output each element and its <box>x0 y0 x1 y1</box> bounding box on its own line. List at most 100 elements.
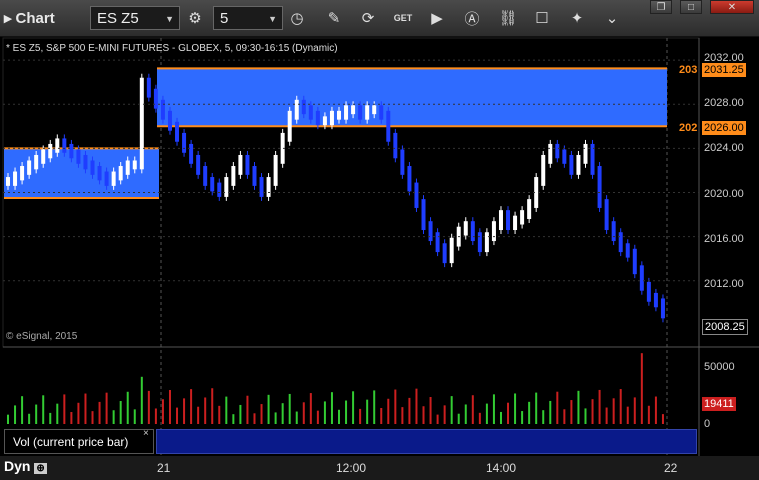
candle-body <box>34 154 39 170</box>
candle-body <box>477 232 482 253</box>
volume-bar <box>577 390 580 424</box>
candle-body <box>301 99 306 115</box>
candle-body <box>400 149 405 175</box>
play-icon[interactable]: ▶ <box>425 6 449 30</box>
maximize-button[interactable]: □ <box>680 0 702 14</box>
clock-icon[interactable]: ◷ <box>285 6 309 30</box>
candle-body <box>344 105 349 120</box>
time-axis-label: 12:00 <box>336 461 367 475</box>
volume-bar <box>204 397 207 424</box>
candle-body <box>449 237 454 264</box>
volume-bar <box>338 409 340 424</box>
candle-body <box>153 88 158 109</box>
volume-bar <box>154 408 157 424</box>
candle-body <box>69 143 74 159</box>
volume-bar <box>626 406 629 424</box>
close-icon[interactable]: × <box>143 428 149 439</box>
candle-body <box>597 166 602 208</box>
candle-body <box>132 160 137 170</box>
refresh-icon[interactable]: ⟳ <box>356 6 380 30</box>
volume-bar <box>260 404 263 424</box>
volume-bar <box>147 390 150 424</box>
candle-body <box>224 177 229 197</box>
candle-body <box>139 77 144 170</box>
volume-bar <box>105 392 108 424</box>
volume-bar <box>429 397 432 424</box>
dyn-mode-button[interactable]: Dyn ⊕ <box>4 458 47 474</box>
volume-bar <box>591 399 594 424</box>
current-volume-tag: 19411 <box>702 397 736 411</box>
volume-bar <box>63 394 66 424</box>
candle-body <box>245 154 250 175</box>
volume-bar <box>436 414 439 424</box>
price-axis-label: 2028.00 <box>704 97 744 109</box>
candle-body <box>386 110 391 142</box>
interval-input[interactable]: 5 ▼ <box>213 6 283 30</box>
twitter-icon[interactable]: ✦ <box>565 6 589 30</box>
volume-bar <box>211 388 214 424</box>
volume-bar <box>239 404 242 424</box>
candle-body <box>20 166 25 181</box>
volume-bar <box>56 403 59 424</box>
volume-bar <box>380 408 383 424</box>
candle-body <box>125 160 130 175</box>
get-icon[interactable]: GET <box>391 6 415 30</box>
candle-body <box>618 232 623 253</box>
volume-bar <box>605 407 608 424</box>
volume-bar <box>49 412 52 424</box>
volume-bar <box>492 394 495 424</box>
volume-bar <box>549 400 552 424</box>
candle-body <box>632 248 637 275</box>
restore-button[interactable]: ❐ <box>650 0 672 14</box>
pencil-icon[interactable]: ✎ <box>322 6 346 30</box>
volume-bar <box>584 408 587 424</box>
chart-subtitle: * ES Z5, S&P 500 E-MINI FUTURES - GLOBEX… <box>6 43 338 54</box>
volume-bar <box>267 394 270 424</box>
volume-bar <box>232 414 235 424</box>
volume-bar <box>521 411 524 424</box>
candle-body <box>428 221 433 242</box>
comment-icon[interactable]: ☐ <box>530 6 554 30</box>
price-chart[interactable] <box>0 36 759 456</box>
candle-body <box>167 110 172 131</box>
volume-bar <box>535 392 538 424</box>
candle-body <box>48 143 53 159</box>
candle-body <box>421 199 426 231</box>
candle-body <box>146 77 151 98</box>
candle-body <box>337 110 341 120</box>
volume-axis-label: 50000 <box>704 361 735 373</box>
volume-bar <box>119 401 122 424</box>
candle-body <box>231 166 236 186</box>
candle-body <box>358 105 363 120</box>
candle-body <box>506 210 511 231</box>
volume-bar <box>633 397 636 424</box>
settings-icon[interactable]: ⚙ <box>183 6 207 30</box>
candle-body <box>83 154 88 170</box>
candle-body <box>470 221 475 242</box>
candle-body <box>351 105 356 115</box>
link-icon[interactable]: ⛓ <box>496 6 520 30</box>
time-axis-label: 22 <box>664 461 678 475</box>
chevron-down-icon: ▼ <box>268 14 277 24</box>
value-zone <box>157 68 667 127</box>
symbol-input[interactable]: ES Z5 ▼ <box>90 6 180 30</box>
volume-bar <box>570 400 573 424</box>
candle-body <box>322 116 327 126</box>
time-axis-label: 21 <box>157 461 171 475</box>
candle-body <box>76 149 81 164</box>
volume-bar <box>28 413 31 424</box>
app-title: ▸ Chart <box>4 9 55 28</box>
volume-bar <box>302 402 305 424</box>
close-button[interactable]: ✕ <box>710 0 754 14</box>
volume-bar <box>647 405 650 424</box>
candle-body <box>175 121 180 142</box>
chart-window-icon: ▸ <box>4 10 12 27</box>
volume-panel-label[interactable]: Vol (current price bar) <box>4 429 154 454</box>
down-icon[interactable]: ⌄ <box>600 6 624 30</box>
volume-axis-label: 0 <box>704 418 711 430</box>
candle-body <box>41 149 46 164</box>
candle-body <box>273 154 278 186</box>
volume-bar <box>422 406 425 424</box>
volume-bar <box>70 412 73 424</box>
alert-icon[interactable]: Ⓐ <box>460 6 484 30</box>
